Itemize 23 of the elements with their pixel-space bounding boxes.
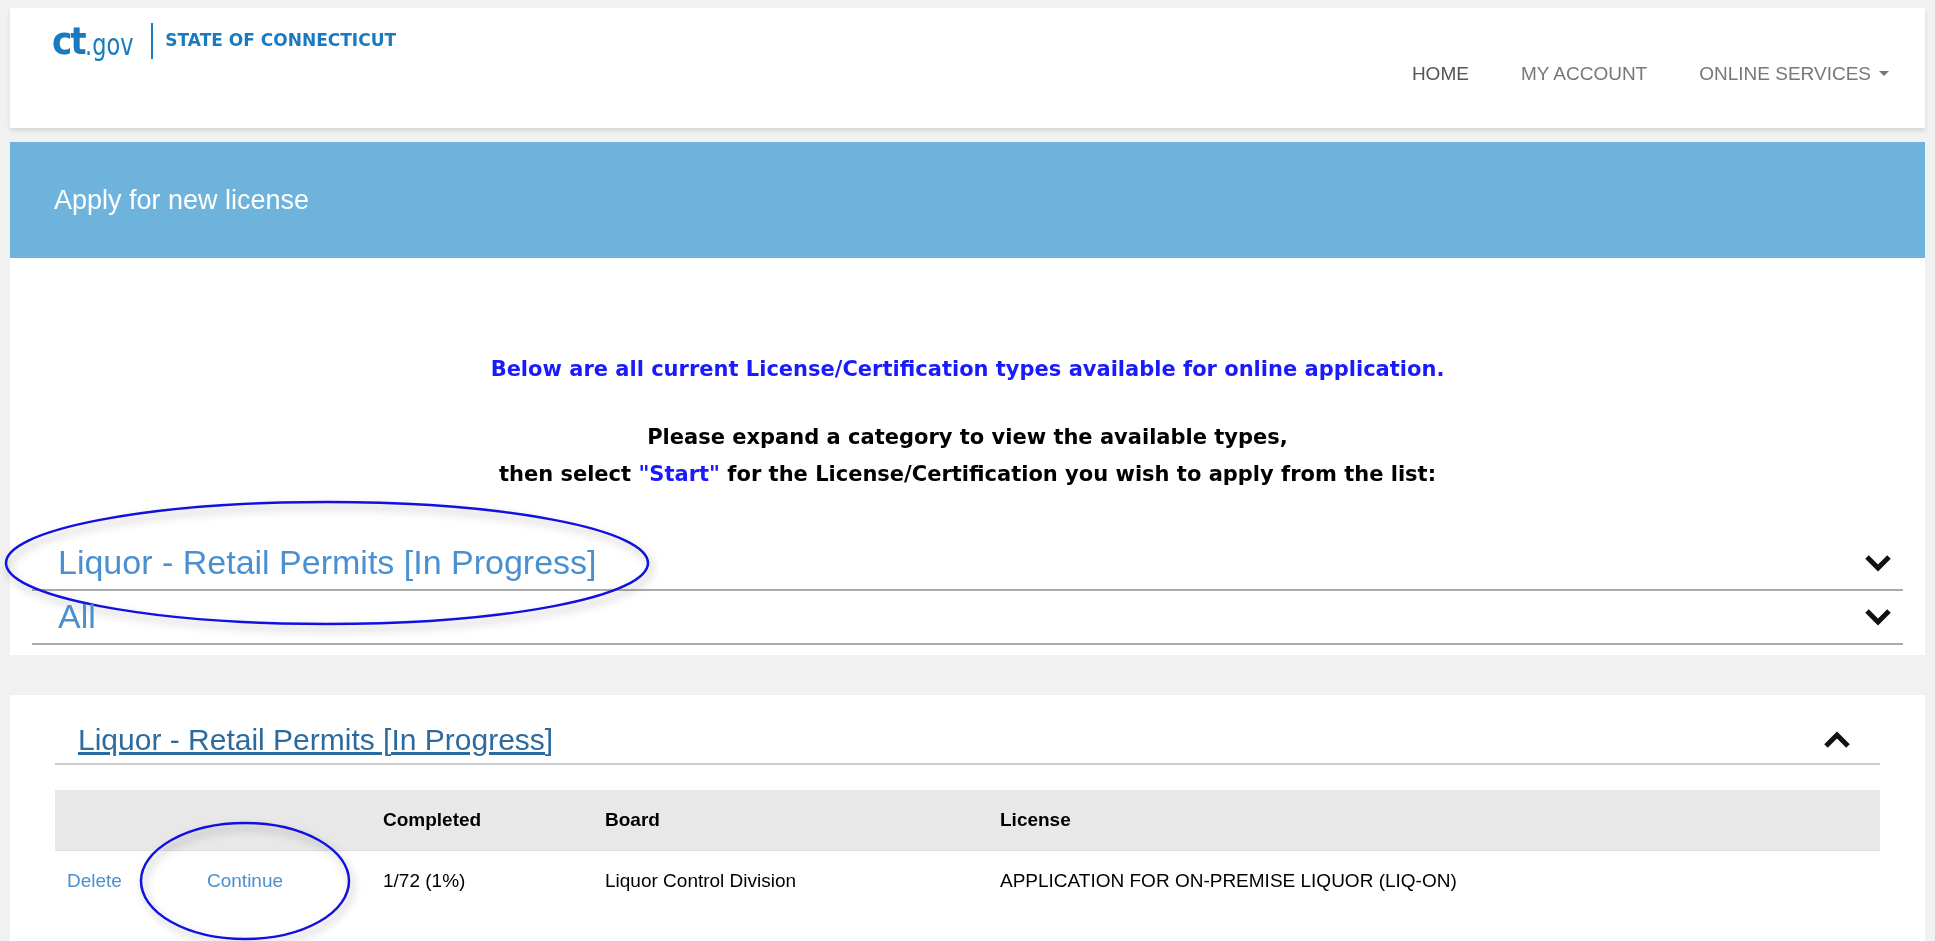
banner-title: Apply for new license <box>54 183 310 217</box>
column-header: Completed <box>383 807 483 832</box>
chevron-down-icon[interactable] <box>1863 552 1893 573</box>
instruction-line: Please expand a category to view the available types, <box>647 423 1288 451</box>
table-cell-text: APPLICATION FOR ON-PREMISE LIQUOR (LIQ-ON) <box>1000 869 1457 894</box>
column-header: Board <box>605 807 661 832</box>
table-cell-text: Liquor Control Division <box>605 869 798 894</box>
nav-link[interactable]: ONLINE SERVICES <box>1699 60 1889 89</box>
table-cell-text: 1/72 (1%) <box>383 869 467 894</box>
intro-headline: Below are all current License/Certification types available for online application. <box>490 356 1445 383</box>
action-link[interactable]: Delete <box>67 870 122 892</box>
logo[interactable]: ct.gov <box>52 22 140 60</box>
nav-link[interactable]: MY ACCOUNT <box>1520 60 1648 89</box>
instruction-line: then select "Start" for the License/Certification you wish to apply from the list: <box>498 461 1437 488</box>
chevron-down-icon[interactable] <box>1863 606 1893 627</box>
site-name: STATE OF CONNECTICUT <box>165 29 397 53</box>
action-link[interactable]: Continue <box>207 870 284 892</box>
nav-link[interactable]: HOME <box>1411 60 1469 89</box>
chevron-up-icon[interactable] <box>1822 729 1852 749</box>
caret-icon <box>1879 71 1889 78</box>
category-link[interactable]: All <box>58 596 96 635</box>
panel-title-link[interactable]: Liquor - Retail Permits [In Progress] <box>78 716 554 762</box>
column-header: License <box>1000 807 1071 832</box>
